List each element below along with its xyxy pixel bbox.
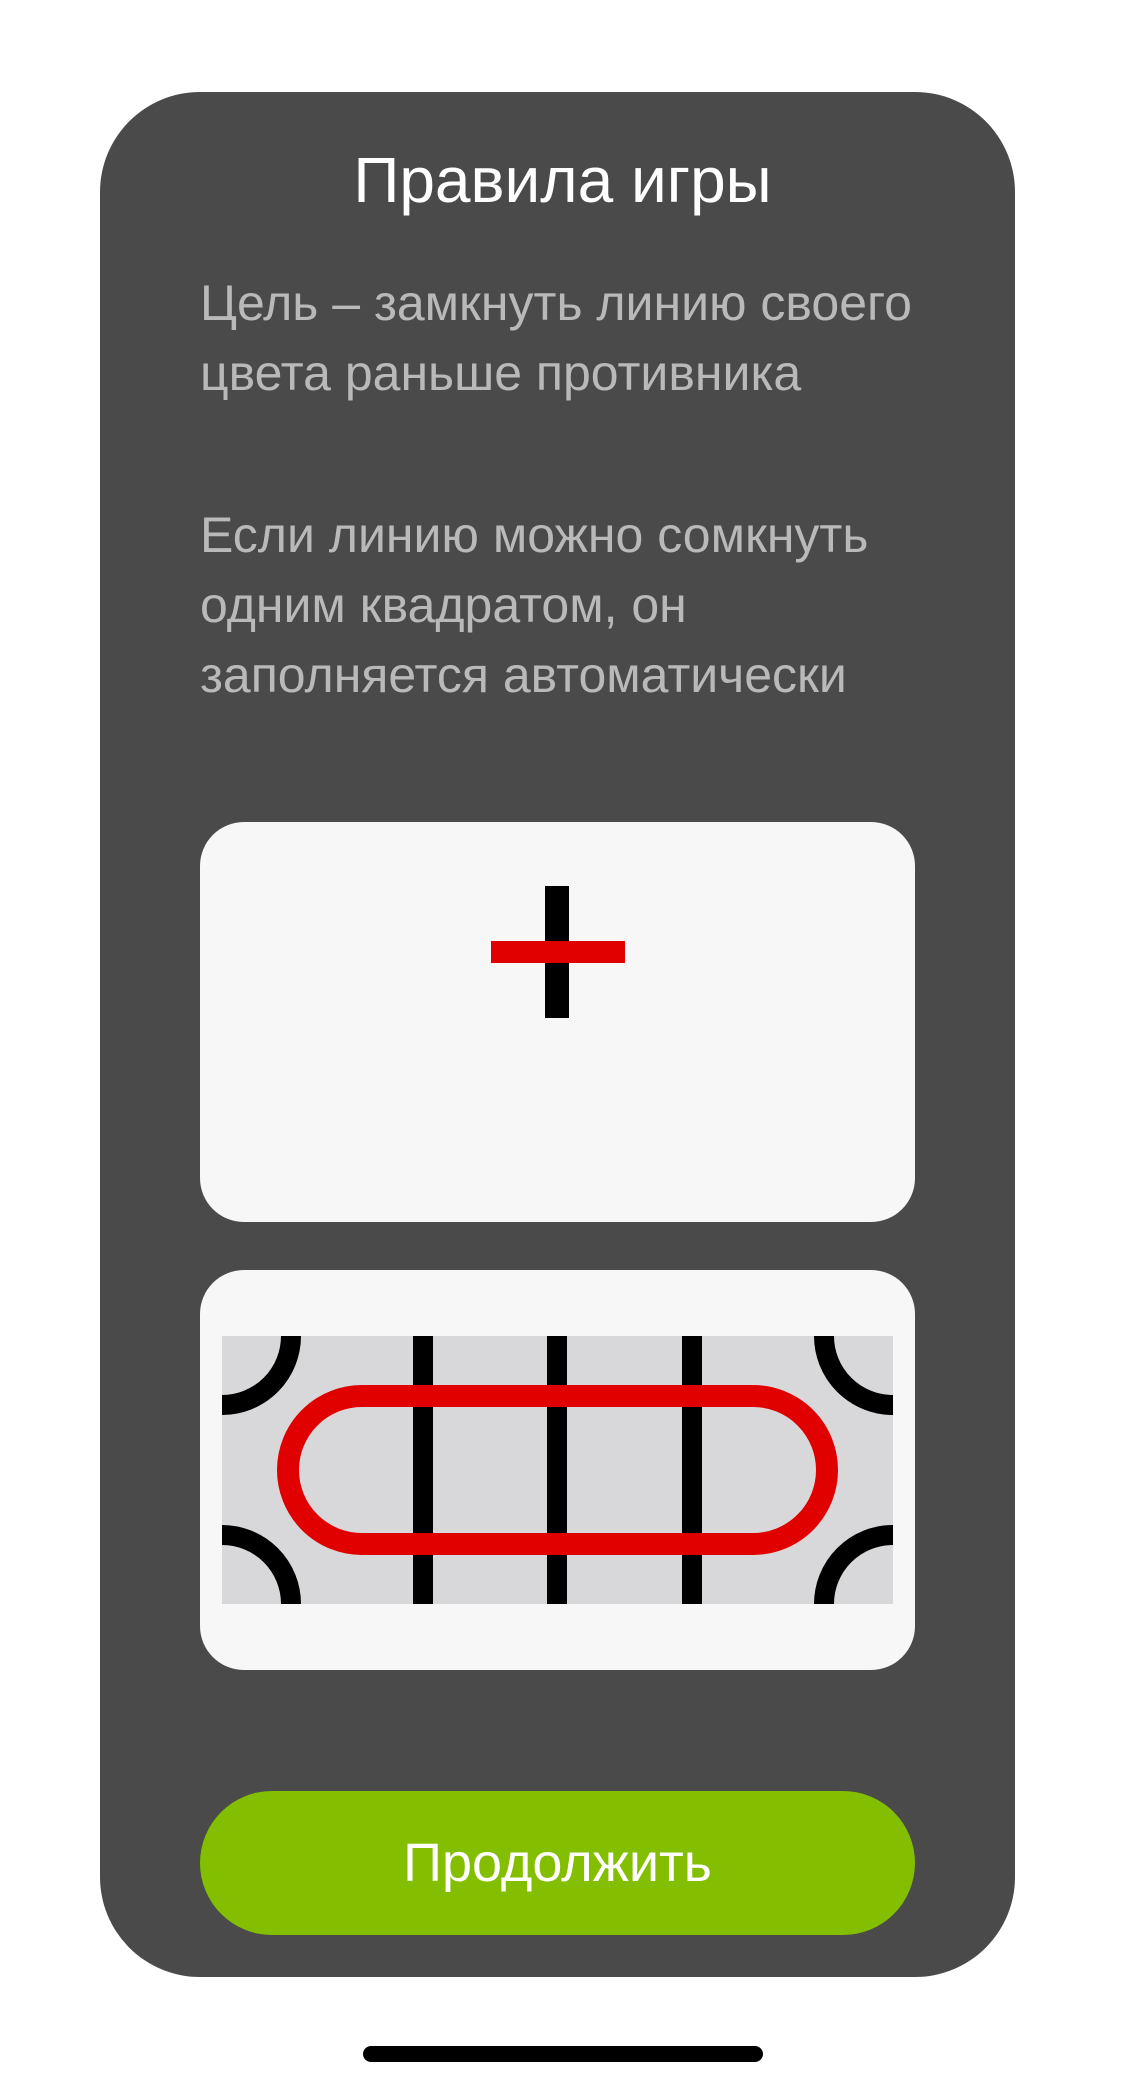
rules-title: Правила игры	[353, 144, 772, 216]
rules-screen: Правила игры Цель – замкнуть линию своег…	[0, 0, 1125, 2088]
loop-board-illustration	[200, 1270, 915, 1670]
continue-button[interactable]: Продолжить	[200, 1791, 915, 1935]
home-indicator[interactable]	[363, 2046, 763, 2062]
cross-tile-illustration	[200, 822, 915, 1222]
cross-tile-icon	[491, 886, 625, 1018]
closed-loop-board-icon	[221, 1335, 894, 1605]
rule-autofill-text: Если линию можно сомкнуть одним квадрато…	[200, 507, 869, 703]
rule-goal-text: Цель – замкнуть линию своего цвета раньш…	[200, 275, 912, 401]
